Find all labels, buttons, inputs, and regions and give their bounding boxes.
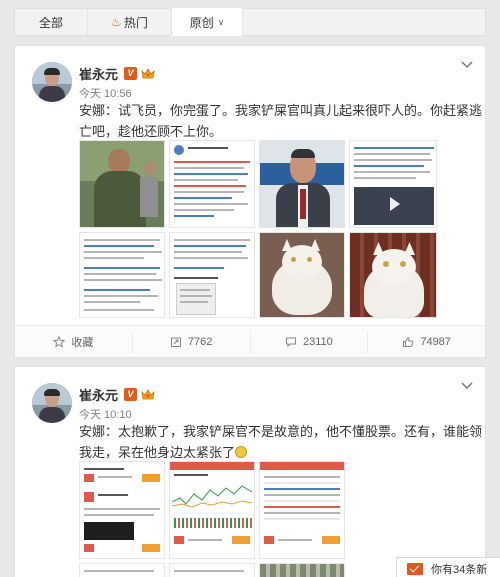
post-action-bar: 收藏 7762 23110 74987 <box>15 325 485 357</box>
post-menu-chevron-icon[interactable] <box>461 60 473 70</box>
chevron-down-icon: ∨ <box>217 16 225 27</box>
tab-all-label: 全部 <box>38 15 63 30</box>
repost-icon <box>170 337 181 347</box>
image-thumb[interactable] <box>79 563 165 577</box>
image-thumb[interactable] <box>259 140 345 228</box>
image-thumb[interactable] <box>349 232 437 318</box>
post-text: 安娜：太抱歉了，我家铲屎官不是故意的，他不懂股票。还有，谁能领我走，呆在他身边太… <box>79 421 483 463</box>
tab-original-label: 原创 <box>189 15 214 30</box>
image-thumb[interactable] <box>259 232 345 318</box>
author-name[interactable]: 崔永元 <box>79 385 118 404</box>
crown-icon <box>141 388 155 401</box>
post-text-body: 安娜：太抱歉了，我家铲屎官不是故意的，他不懂股票。还有，谁能领我走，呆在他身边太… <box>79 424 483 460</box>
tab-hot-label: 热门 <box>123 15 148 30</box>
new-message-notification[interactable]: 你有34条新 <box>396 557 500 577</box>
image-thumb[interactable] <box>169 140 255 228</box>
like-button[interactable]: 74987 <box>367 331 485 353</box>
post-card: 崔永元 V 今天 10:56 安娜：试飞员，你完蛋了。我家铲屎官叫真儿起来很吓人… <box>14 45 486 358</box>
tab-hot[interactable]: ♨ 热门 <box>87 9 171 35</box>
image-thumb[interactable] <box>169 232 255 318</box>
like-count: 74987 <box>420 336 451 348</box>
tab-original[interactable]: 原创 ∨ <box>171 8 243 36</box>
author-name[interactable]: 崔永元 <box>79 64 118 83</box>
favorite-button[interactable]: 收藏 <box>15 331 132 353</box>
crown-icon <box>141 67 155 80</box>
favorite-label: 收藏 <box>71 337 94 349</box>
like-icon <box>403 336 414 347</box>
notification-text: 你有34条新 <box>431 564 488 576</box>
post-menu-chevron-icon[interactable] <box>461 381 473 391</box>
avatar[interactable] <box>32 62 72 102</box>
comment-button[interactable]: 23110 <box>249 331 368 353</box>
avatar[interactable] <box>32 383 72 423</box>
tab-all[interactable]: 全部 <box>15 9 87 35</box>
post-text: 安娜：试飞员，你完蛋了。我家铲屎官叫真儿起来很吓人的。你赶紧逃亡吧，趁他还顾不上… <box>79 103 483 139</box>
image-thumb[interactable] <box>79 461 165 559</box>
repost-button[interactable]: 7762 <box>131 331 250 353</box>
image-thumb[interactable] <box>169 563 255 577</box>
post-author[interactable]: 崔永元 V <box>79 385 155 404</box>
vip-badge-icon: V <box>124 67 138 80</box>
favorite-icon <box>53 336 66 348</box>
feed-tabbar: 全部 ♨ 热门 原创 ∨ <box>14 8 486 36</box>
fire-icon: ♨ <box>111 15 122 29</box>
comment-icon <box>285 337 296 348</box>
post-time[interactable]: 今天 10:56 <box>79 85 132 101</box>
image-thumb[interactable] <box>79 232 165 318</box>
vip-badge-icon: V <box>124 388 138 401</box>
image-thumb[interactable] <box>349 140 437 228</box>
post-author[interactable]: 崔永元 V <box>79 64 155 83</box>
image-thumb[interactable] <box>169 461 255 559</box>
mail-icon <box>407 563 423 575</box>
comment-count: 23110 <box>302 336 333 348</box>
repost-count: 7762 <box>187 336 213 348</box>
post-time[interactable]: 今天 10:10 <box>79 406 132 422</box>
post-card: 崔永元 V 今天 10:10 安娜：太抱歉了，我家铲屎官不是故意的，他不懂股票。… <box>14 366 486 577</box>
image-thumb[interactable] <box>259 563 345 577</box>
image-thumb[interactable] <box>259 461 345 559</box>
image-thumb[interactable] <box>79 140 165 228</box>
emoji-icon <box>235 446 248 458</box>
